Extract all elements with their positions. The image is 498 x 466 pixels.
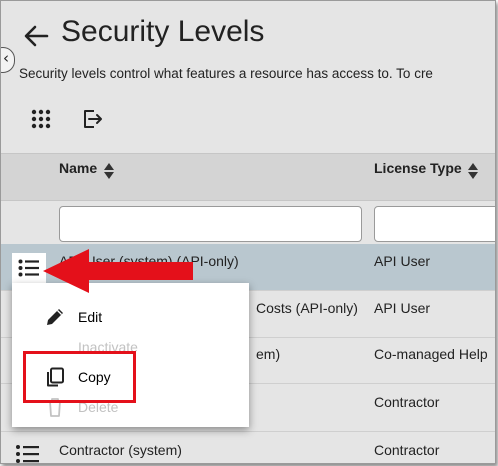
column-header-license-type[interactable]: License Type	[374, 160, 462, 176]
page-header: Security Levels ‹ Security levels contro…	[1, 1, 495, 153]
column-header-label: License Type	[374, 160, 462, 176]
row-name: em)	[256, 346, 281, 362]
menu-item-edit[interactable]: Edit	[12, 302, 249, 332]
row-license-type: Contractor	[374, 442, 440, 458]
row-license-type: API User	[374, 300, 431, 316]
back-arrow-icon[interactable]	[21, 21, 51, 51]
row-name: Contractor (system)	[59, 442, 182, 458]
page-description: Security levels control what features a …	[19, 66, 433, 81]
sort-icon[interactable]	[103, 161, 115, 181]
pencil-icon	[47, 309, 63, 325]
page-title: Security Levels	[61, 15, 265, 48]
row-menu-icon[interactable]	[15, 443, 41, 464]
name-filter-input[interactable]	[59, 206, 362, 242]
row-name: Costs (API-only)	[256, 300, 358, 316]
export-icon[interactable]	[80, 107, 104, 131]
row-license-type: Co-managed Help	[374, 346, 488, 362]
license-filter-input[interactable]	[374, 206, 495, 242]
menu-item-label: Edit	[78, 309, 103, 325]
grid-icon[interactable]	[29, 107, 53, 131]
annotation-arrow-icon	[43, 249, 193, 293]
sort-icon[interactable]	[467, 161, 479, 181]
copy-highlight-box	[23, 351, 136, 403]
column-header-label: Name	[59, 160, 98, 176]
column-header-name[interactable]: Name	[59, 160, 97, 176]
sidebar-collapse-button[interactable]: ‹	[1, 47, 15, 73]
chevron-left-icon: ‹	[3, 49, 9, 67]
list-menu-icon	[18, 259, 39, 277]
table-row[interactable]: Contractor (system) Contractor	[1, 433, 495, 464]
row-license-type: Contractor	[374, 394, 440, 410]
table-header-row: Name License Type	[1, 153, 495, 201]
row-license-type: API User	[374, 253, 431, 269]
app-window: Security Levels ‹ Security levels contro…	[0, 0, 496, 464]
